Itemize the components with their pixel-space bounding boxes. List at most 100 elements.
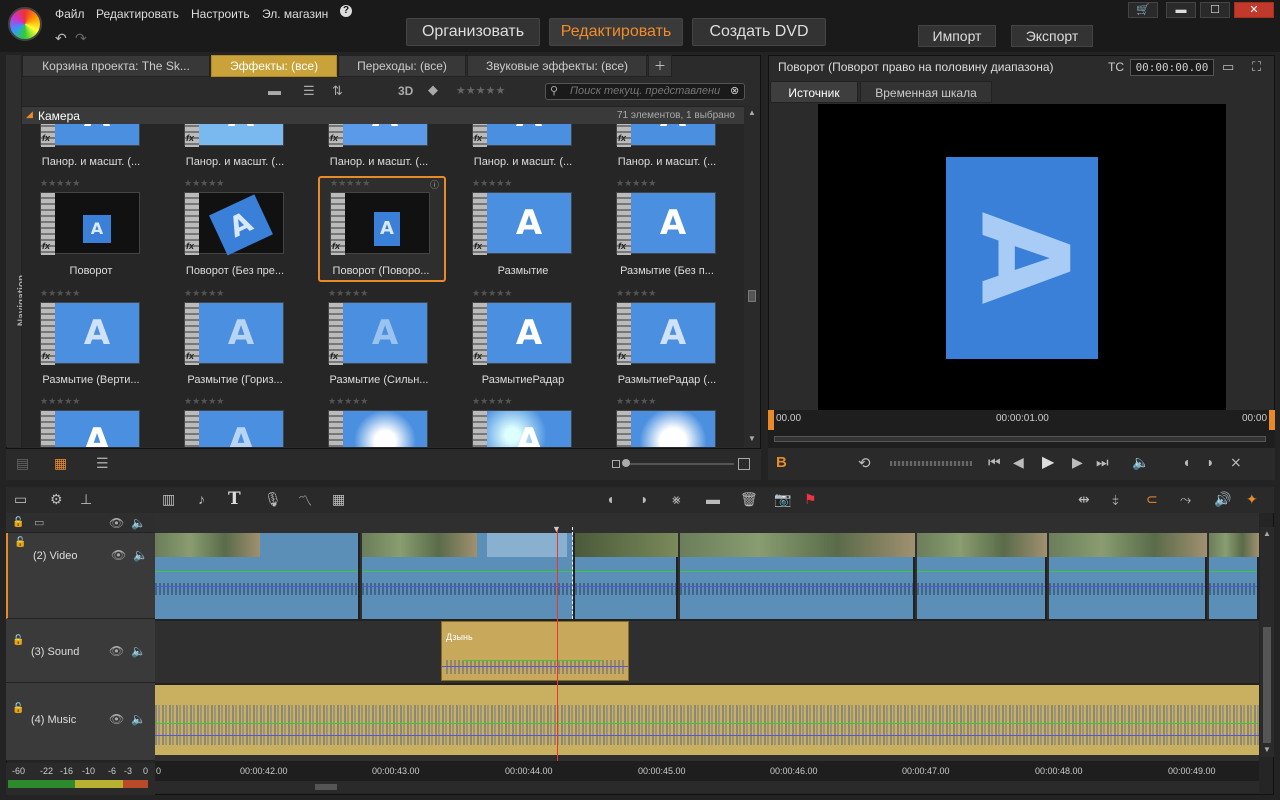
undo-icon[interactable]: ↶ — [55, 30, 67, 47]
video-clip[interactable] — [155, 533, 360, 619]
cart-icon[interactable]: 🛒 — [1128, 2, 1158, 18]
title-tool-icon[interactable]: T — [228, 489, 241, 509]
menu-store[interactable]: Эл. магазин — [262, 7, 328, 21]
storyboard-icon[interactable]: ▭ — [14, 491, 27, 508]
tab-source[interactable]: Источник — [770, 81, 858, 103]
clear-marks-icon[interactable]: ⨯ — [1230, 454, 1242, 471]
library-item[interactable]: ★★★★★ fx A Поворот (Без пре... — [174, 178, 304, 283]
minimize-button[interactable]: ▬ — [1166, 2, 1196, 18]
library-item[interactable]: ★★★★★ fx — [606, 396, 736, 447]
tag-icon[interactable]: ◆ — [428, 82, 438, 98]
in-marker[interactable] — [768, 410, 774, 430]
video-clip[interactable] — [680, 533, 915, 619]
grid-view-icon[interactable]: ▦ — [54, 455, 67, 472]
tracklist-icon[interactable]: ▭ — [34, 516, 44, 529]
mode-organize-button[interactable]: Организовать — [406, 18, 540, 46]
tab-sound-effects[interactable]: Звуковые эффекты: (все) — [467, 55, 647, 77]
fullscreen-icon[interactable]: ⛶ — [1252, 59, 1261, 75]
library-item[interactable]: ★★★★★ fx A Размытие (Верти... — [30, 288, 160, 393]
out-marker[interactable] — [1269, 410, 1275, 430]
item-rating[interactable]: ★★★★★ — [328, 288, 368, 299]
library-item[interactable]: ★★★★★ fx A Размытие (Без п... — [606, 178, 736, 283]
montage-icon[interactable]: ▦ — [332, 491, 345, 508]
timeline-ruler[interactable] — [155, 761, 1259, 781]
export-button[interactable]: Экспорт — [1011, 25, 1093, 47]
magic-wand-icon[interactable]: ✦ — [1246, 491, 1258, 508]
library-item[interactable]: ★★★★★ fx A Размытие — [462, 178, 592, 283]
item-rating[interactable]: ★★★★★ — [472, 288, 512, 299]
fit-icon[interactable]: ⇹ — [1078, 491, 1090, 508]
item-rating[interactable]: ★★★★★ — [40, 396, 80, 407]
video-clip[interactable] — [362, 533, 575, 619]
tab-transitions[interactable]: Переходы: (все) — [338, 55, 466, 77]
mark-in-icon[interactable]: ◖ — [1182, 454, 1190, 470]
loop-icon[interactable]: ⟲ — [858, 454, 871, 472]
library-item[interactable]: ★★★★★ fxA — [174, 396, 304, 447]
folder-icon[interactable]: ▬ — [268, 83, 281, 98]
trim-icon[interactable]: ⤈ — [1112, 491, 1118, 508]
library-item[interactable]: ★★★★★ fxA — [462, 396, 592, 447]
library-search-field[interactable]: ⚲ Поиск текущ. представлени ⊗ — [545, 83, 745, 100]
step-back-icon[interactable]: ◀ — [1013, 454, 1024, 471]
sound-clip[interactable]: Дзынь — [441, 621, 629, 681]
video-clip[interactable] — [575, 533, 678, 619]
timeline-hscroll[interactable] — [155, 781, 1259, 793]
import-button[interactable]: Импорт — [918, 25, 996, 47]
scroll-down-icon[interactable]: ▼ — [748, 434, 756, 443]
scroll-down-icon[interactable]: ▼ — [1263, 745, 1271, 754]
video-clip[interactable] — [1049, 533, 1207, 619]
tab-effects[interactable]: Эффекты: (все) — [211, 55, 337, 77]
music-icon[interactable]: ♪ — [198, 491, 205, 507]
small-size-icon[interactable] — [612, 460, 620, 468]
library-item[interactable]: ★★★★★ fx A РазмытиеРадар — [462, 288, 592, 393]
stack-icon[interactable]: ▤ — [16, 455, 29, 472]
lock-icon[interactable]: 🔓 — [12, 703, 24, 714]
category-bar[interactable]: ◢ Камера 71 элементов, 1 выбрано — [22, 106, 744, 124]
item-rating[interactable]: ★★★★★ — [616, 288, 656, 299]
filter-3d-toggle[interactable]: 3D — [398, 84, 413, 98]
video-clip[interactable] — [1209, 533, 1259, 619]
item-rating[interactable]: ★★★★★ — [184, 178, 224, 189]
maximize-button[interactable]: ☐ — [1200, 2, 1230, 18]
delete-icon[interactable]: 🗑 — [740, 491, 758, 508]
mode-edit-button[interactable]: Редактировать — [549, 18, 683, 46]
audio-scrub-icon[interactable]: 🔊 — [1214, 491, 1231, 508]
playhead-handle-icon[interactable]: ▼ — [552, 524, 561, 534]
speaker-icon[interactable]: 🔈 — [131, 644, 146, 658]
step-forward-icon[interactable]: ▶ — [1072, 454, 1083, 471]
info-icon[interactable]: ⓘ — [430, 178, 439, 191]
eye-icon[interactable]: 👁 — [111, 548, 126, 562]
go-end-icon[interactable]: ⏭ — [1096, 454, 1109, 471]
lock-icon[interactable]: 🔓 — [12, 517, 24, 528]
sort-icon[interactable]: ⇅ — [332, 83, 343, 99]
marker-left-icon[interactable]: ◖ — [606, 491, 614, 507]
list-view-icon[interactable]: ☰ — [303, 83, 315, 99]
menu-file[interactable]: Файл — [55, 7, 85, 21]
details-view-icon[interactable]: ☰ — [96, 455, 109, 472]
scroll-thumb[interactable] — [748, 290, 756, 302]
settings-icon[interactable]: ⚙ — [50, 491, 63, 508]
volume-icon[interactable]: 🔈 — [1132, 454, 1149, 471]
item-rating[interactable]: ★★★★★ — [184, 288, 224, 299]
lock-icon[interactable]: 🔓 — [14, 537, 26, 548]
b-indicator[interactable]: B — [776, 454, 787, 471]
tab-timeline[interactable]: Временная шкала — [860, 81, 992, 103]
item-rating[interactable]: ★★★★★ — [328, 396, 368, 407]
timeline-vscroll[interactable]: ▲ ▼ — [1260, 527, 1274, 757]
track-header-music[interactable]: 🔓 (4) Music 👁 🔈 — [6, 683, 155, 761]
new-tab-button[interactable]: ＋ — [648, 55, 672, 77]
scrub-bar[interactable] — [774, 436, 1266, 442]
library-item[interactable]: ★★★★★ fx — [318, 396, 448, 447]
scroll-thumb[interactable] — [315, 784, 337, 790]
scroll-thumb[interactable] — [1263, 627, 1271, 743]
track-options-icon[interactable]: ⊥ — [80, 491, 92, 508]
close-button[interactable]: ✕ — [1234, 2, 1274, 18]
library-scrollbar[interactable]: ▲ ▼ — [744, 106, 760, 447]
slider-knob[interactable] — [622, 459, 630, 467]
thumbnail-size-slider[interactable] — [624, 463, 734, 465]
menu-edit[interactable]: Редактировать — [96, 7, 179, 21]
item-rating[interactable]: ★★★★★ — [40, 178, 80, 189]
magnet-icon[interactable]: ⊂ — [1146, 491, 1158, 508]
eye-icon[interactable]: 👁 — [109, 516, 124, 530]
item-rating[interactable]: ★★★★★ — [184, 396, 224, 407]
